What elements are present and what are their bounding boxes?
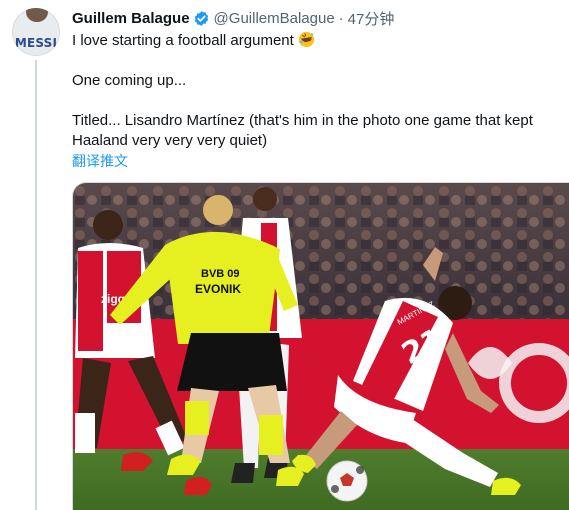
tweet-text: I love starting a football argument One … [72,31,557,151]
author-handle[interactable]: @GuillemBalague [214,10,335,27]
translate-tweet-link[interactable]: 翻译推文 [72,151,128,171]
tweet-time[interactable]: 47分钟 [348,8,395,29]
tweet-photo[interactable]: ziggo BVB 09 EVONIK 21 MARTINEZ [72,182,569,510]
avatar[interactable]: MESSI [12,8,60,56]
football-ball [326,460,368,502]
author-name[interactable]: Guillem Balague [72,10,190,27]
avatar-figure [26,8,48,22]
tweet-header: Guillem Balague @GuillemBalague · 47分钟 [72,8,394,28]
thread-line [35,60,37,510]
football-photo: ziggo BVB 09 EVONIK 21 MARTINEZ [73,183,569,510]
tweet-line-1: I love starting a football argument [72,31,557,51]
avatar-text: MESSI [14,36,58,50]
rolling-laughing-emoji-icon [298,31,315,48]
bvb-sponsor-text: BVB 09 [201,268,240,280]
bvb-evonik-text: EVONIK [195,282,241,296]
tweet-line-2: One coming up... [72,72,187,89]
separator-dot: · [338,9,344,27]
tweet-line-3: Titled... Lisandro Martínez (that's him … [72,112,533,149]
verified-badge-icon [194,10,208,26]
